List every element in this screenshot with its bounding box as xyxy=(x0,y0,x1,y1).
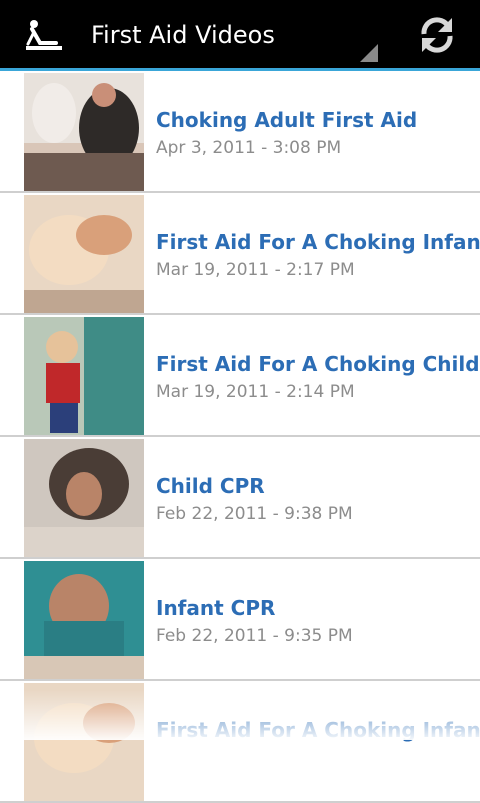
video-date: Apr 3, 2011 - 3:08 PM xyxy=(156,138,342,158)
video-thumbnail xyxy=(24,317,144,435)
list-item[interactable]: Choking Adult First Aid Apr 3, 2011 - 3:… xyxy=(0,71,480,193)
video-title: Infant CPR xyxy=(156,596,276,620)
list-item[interactable]: First Aid For A Choking Child Mar 19, 20… xyxy=(0,315,480,437)
list-item[interactable]: Infant CPR Feb 22, 2011 - 9:35 PM xyxy=(0,559,480,681)
action-bar: First Aid Videos xyxy=(0,0,480,68)
video-date: Mar 19, 2011 - 2:14 PM xyxy=(156,382,355,402)
video-title: First Aid For A Choking Infant xyxy=(156,718,480,742)
video-title: First Aid For A Choking Infant xyxy=(156,230,480,254)
video-title: First Aid For A Choking Child xyxy=(156,352,480,376)
video-title: Choking Adult First Aid xyxy=(156,108,418,132)
video-title: Child CPR xyxy=(156,474,265,498)
video-list[interactable]: Choking Adult First Aid Apr 3, 2011 - 3:… xyxy=(0,71,480,803)
video-thumbnail xyxy=(24,73,144,191)
video-thumbnail xyxy=(24,683,144,801)
video-date: Feb 22, 2011 - 9:38 PM xyxy=(156,504,353,524)
cpr-person-icon[interactable] xyxy=(22,16,64,54)
video-thumbnail xyxy=(24,561,144,679)
page-title[interactable]: First Aid Videos xyxy=(91,20,275,50)
video-thumbnail xyxy=(24,195,144,313)
video-date: Feb 22, 2011 - 9:35 PM xyxy=(156,626,353,646)
list-item[interactable]: First Aid For A Choking Infant xyxy=(0,681,480,803)
refresh-icon[interactable] xyxy=(416,14,458,56)
video-thumbnail xyxy=(24,439,144,557)
list-item[interactable]: First Aid For A Choking Infant Mar 19, 2… xyxy=(0,193,480,315)
list-item[interactable]: Child CPR Feb 22, 2011 - 9:38 PM xyxy=(0,437,480,559)
dropdown-indicator-icon[interactable] xyxy=(360,44,378,62)
video-date: Mar 19, 2011 - 2:17 PM xyxy=(156,260,355,280)
